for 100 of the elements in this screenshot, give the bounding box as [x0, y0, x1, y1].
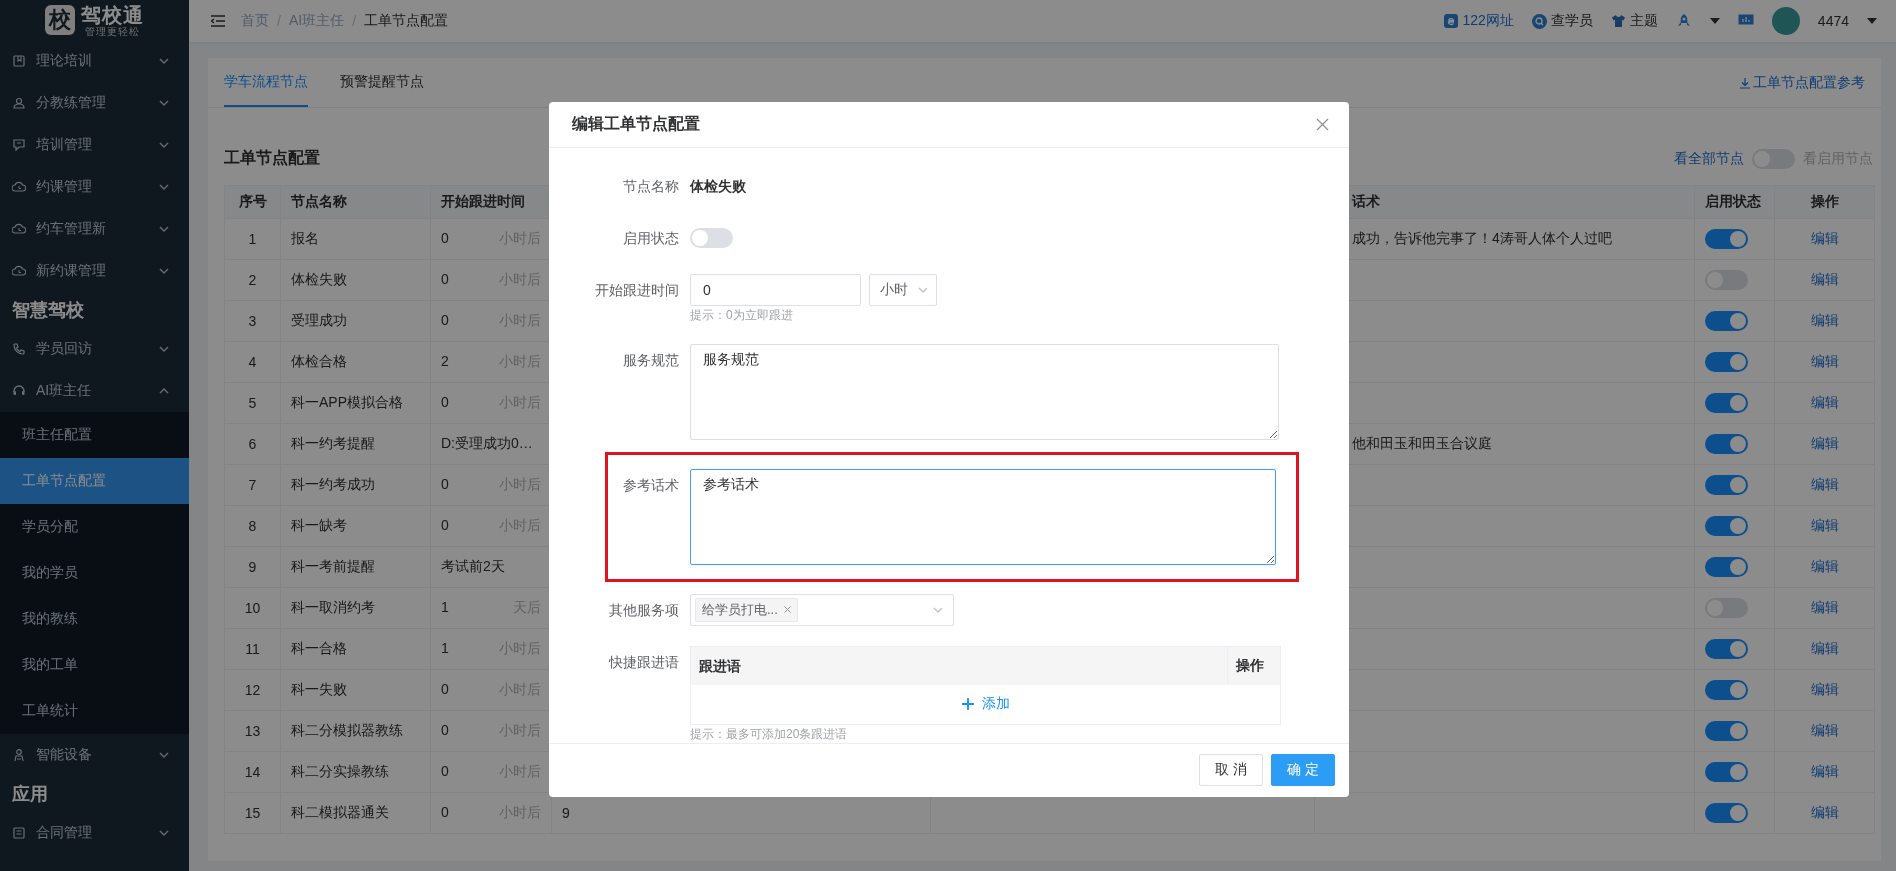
edit-link[interactable]: 编辑: [1810, 640, 1839, 656]
close-icon[interactable]: [783, 606, 791, 614]
toggle-switch[interactable]: [1705, 393, 1748, 413]
tab[interactable]: 学车流程节点: [224, 58, 308, 107]
cancel-button[interactable]: 取 消: [1199, 754, 1263, 787]
unit-select[interactable]: 小时: [869, 273, 937, 306]
toggle-switch[interactable]: [1705, 639, 1748, 659]
table-cell: 科一考前提醒: [280, 546, 431, 588]
time-input[interactable]: 0: [690, 273, 861, 306]
hint-text: 提示：0为立即跟进: [690, 306, 794, 324]
add-button[interactable]: 添加: [961, 695, 1010, 714]
sidebar-menu-item[interactable]: 理论培训: [0, 40, 189, 82]
sidebar-menu-item[interactable]: 学员回访: [0, 328, 189, 370]
toggle-switch[interactable]: [1705, 311, 1748, 331]
menu-collapse-icon[interactable]: [211, 15, 225, 27]
form-label: 开始跟进时间: [594, 280, 680, 300]
chevron-down-icon: [159, 346, 169, 352]
form-label: 其他服务项: [608, 600, 680, 620]
toggle-switch[interactable]: [1705, 475, 1748, 495]
edit-link[interactable]: 编辑: [1810, 517, 1839, 533]
table-cell: 科二分模拟器教练: [280, 710, 431, 752]
confirm-button[interactable]: 确 定: [1271, 754, 1335, 787]
sidebar-menu-item[interactable]: 分教练管理: [0, 82, 189, 124]
toggle-switch[interactable]: [1705, 721, 1748, 741]
breadcrumb-item[interactable]: 首页: [241, 12, 269, 30]
table-cell: 科一约考成功: [280, 464, 431, 506]
edit-link[interactable]: 编辑: [1810, 681, 1839, 697]
chevron-down-icon: [159, 100, 169, 106]
sidebar-submenu-item[interactable]: 我的教练: [0, 596, 189, 642]
toggle-switch[interactable]: [1705, 680, 1748, 700]
toggle-switch[interactable]: [1705, 229, 1748, 249]
caret-down-icon[interactable]: [1709, 18, 1720, 24]
toolbar-link[interactable]: 查学员: [1550, 12, 1593, 30]
sidebar-submenu-item[interactable]: 工单统计: [0, 688, 189, 734]
table-cell: 科一APP模拟合格: [280, 382, 431, 424]
selected-tag: 给学员打电...: [695, 597, 798, 622]
sidebar-menu-item[interactable]: 合同管理: [0, 812, 189, 854]
edit-link[interactable]: 编辑: [1810, 312, 1839, 328]
download-link[interactable]: 工单节点配置参考: [1739, 73, 1865, 92]
edit-link[interactable]: 编辑: [1810, 353, 1839, 369]
sidebar-menu-item[interactable]: 新约课管理: [0, 250, 189, 292]
sidebar-submenu-item[interactable]: 工单节点配置: [0, 458, 189, 504]
close-icon[interactable]: [1316, 117, 1329, 131]
edit-link[interactable]: 编辑: [1810, 476, 1839, 492]
clock-cloud-icon: [12, 264, 26, 278]
toggle-switch[interactable]: [1705, 516, 1748, 536]
form-label: 服务规范: [622, 350, 680, 370]
edit-link[interactable]: 编辑: [1810, 558, 1839, 574]
sidebar-menu-item[interactable]: 约课管理: [0, 166, 189, 208]
edit-link[interactable]: 编辑: [1810, 271, 1839, 287]
sidebar-submenu-item[interactable]: 我的工单: [0, 642, 189, 688]
edit-link[interactable]: 编辑: [1810, 394, 1839, 410]
toolbar-link[interactable]: 122网址: [1462, 12, 1514, 30]
rocket-icon[interactable]: [1675, 13, 1692, 29]
monitor-chart-icon[interactable]: [1737, 14, 1754, 28]
toggle-switch[interactable]: [1705, 434, 1748, 454]
avatar[interactable]: [1771, 7, 1800, 35]
browser-e-icon: [1444, 14, 1459, 28]
sidebar-menu-item[interactable]: 智能设备: [0, 734, 189, 776]
chevron-down-icon: [933, 606, 943, 613]
edit-link[interactable]: 编辑: [1810, 763, 1839, 779]
chat-icon: [12, 138, 26, 152]
edit-link[interactable]: 编辑: [1810, 722, 1839, 738]
toolbar-link[interactable]: 主题: [1629, 12, 1658, 30]
sidebar-menu-item[interactable]: 约车管理新: [0, 208, 189, 250]
book-icon: [12, 54, 26, 68]
chevron-down-icon: [159, 184, 169, 190]
breadcrumb-item: 工单节点配置: [364, 12, 448, 30]
reference-script-textarea[interactable]: 参考话术: [690, 468, 1276, 565]
table-cell: 受理成功: [280, 300, 431, 342]
breadcrumb-separator: /: [352, 13, 356, 29]
column-header: 操作: [1235, 656, 1265, 675]
menu-group-heading: 智慧驾校: [11, 299, 85, 322]
user-name[interactable]: 4474: [1817, 13, 1849, 29]
logo-subtitle: 管理更轻松: [85, 25, 140, 37]
sidebar-menu-item[interactable]: AI班主任: [0, 370, 189, 412]
chevron-down-icon: [159, 830, 169, 836]
table-cell: 科一失败: [280, 669, 431, 711]
toggle-switch[interactable]: [1705, 557, 1748, 577]
service-standard-textarea[interactable]: 服务规范: [690, 343, 1279, 440]
breadcrumb-separator: /: [277, 13, 281, 29]
edit-link[interactable]: 编辑: [1810, 435, 1839, 451]
toggle-switch[interactable]: [1705, 352, 1748, 372]
multi-select[interactable]: 给学员打电...: [690, 593, 954, 626]
edit-link[interactable]: 编辑: [1810, 599, 1839, 615]
sidebar-menu-item[interactable]: 培训管理: [0, 124, 189, 166]
shirt-icon: [1610, 14, 1626, 28]
clock-cloud-icon: [12, 180, 26, 194]
sidebar-submenu-item[interactable]: 我的学员: [0, 550, 189, 596]
edit-link[interactable]: 编辑: [1810, 230, 1839, 246]
caret-down-icon[interactable]: [1867, 18, 1877, 24]
section-title: 工单节点配置: [224, 148, 320, 168]
tab[interactable]: 预警提醒节点: [340, 58, 424, 107]
sidebar-submenu-item[interactable]: 班主任配置: [0, 412, 189, 458]
toggle-switch[interactable]: [1705, 762, 1748, 782]
toggle-switch[interactable]: [690, 227, 733, 248]
edit-link[interactable]: 编辑: [1810, 804, 1839, 820]
sidebar-submenu-item[interactable]: 学员分配: [0, 504, 189, 550]
table-cell: 科一取消约考: [280, 587, 431, 629]
toggle-switch[interactable]: [1705, 803, 1748, 823]
